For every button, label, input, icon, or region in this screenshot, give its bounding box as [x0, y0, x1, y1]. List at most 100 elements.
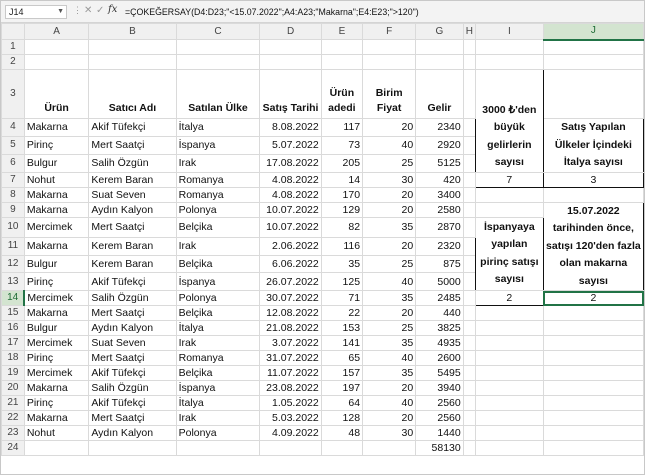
cell-satici[interactable]: Kerem Baran [88, 254, 177, 274]
column-header-i[interactable]: I [474, 23, 544, 40]
cell-gelir[interactable]: 420 [415, 171, 464, 188]
row-header-10[interactable]: 10 [1, 216, 25, 238]
cell-ulke[interactable]: Romanya [175, 171, 261, 188]
cell[interactable] [462, 350, 476, 366]
cell[interactable] [474, 395, 544, 411]
row-header-16[interactable]: 16 [1, 320, 25, 336]
insert-function-icon[interactable]: fx [108, 4, 117, 15]
cell[interactable] [462, 290, 476, 306]
cell-tarih[interactable]: 4.09.2022 [259, 425, 322, 441]
cell-tarih[interactable]: 6.06.2022 [259, 254, 322, 274]
chevron-down-icon[interactable]: ▼ [57, 6, 64, 18]
cell-urun[interactable]: Nohut [23, 425, 90, 441]
cell-gelir[interactable]: 2560 [415, 395, 464, 411]
cell-urun[interactable]: Makarna [23, 410, 90, 426]
row-header-15[interactable]: 15 [1, 305, 25, 321]
row-header-18[interactable]: 18 [1, 350, 25, 366]
cell-gelir[interactable]: 2920 [415, 135, 464, 155]
cell-fiyat[interactable]: 35 [362, 216, 417, 238]
cell-adet[interactable]: 64 [320, 395, 364, 411]
cell-gelir[interactable]: 2320 [415, 236, 464, 256]
header-fiyat[interactable]: Birim Fiyat [362, 69, 417, 119]
cell-adet[interactable]: 71 [320, 290, 364, 306]
cell[interactable] [462, 153, 476, 173]
cell-satici[interactable]: Salih Özgün [88, 290, 177, 306]
cell-tarih[interactable]: 31.07.2022 [259, 350, 322, 366]
row-header-24[interactable]: 24 [1, 440, 25, 456]
cell-gelir[interactable]: 875 [415, 254, 464, 274]
summary-label-revenue[interactable]: 3000 ₺'den büyük gelirlerin sayısı [474, 69, 544, 173]
cell-satici[interactable]: Aydın Kalyon [88, 201, 177, 218]
cell-ulke[interactable]: Belçika [175, 216, 261, 238]
cell[interactable] [474, 350, 544, 366]
cell-satici[interactable]: Akif Tüfekçi [88, 395, 177, 411]
cell-satici[interactable]: Mert Saatçi [88, 135, 177, 155]
summary-value-pasta[interactable]: 2 [542, 290, 644, 306]
cell[interactable] [462, 272, 476, 291]
row-header-17[interactable]: 17 [1, 335, 25, 351]
header-tarih[interactable]: Satış Tarihi [259, 69, 322, 119]
column-header-g[interactable]: G [415, 23, 464, 40]
cell[interactable] [259, 54, 322, 70]
cell-urun[interactable]: Pirinç [23, 135, 90, 155]
cell-satici[interactable]: Mert Saatçi [88, 305, 177, 321]
cell-ulke[interactable]: İspanya [175, 272, 261, 291]
cell[interactable] [542, 39, 644, 55]
cell[interactable] [362, 39, 417, 55]
cell-satici[interactable]: Kerem Baran [88, 171, 177, 188]
cell[interactable] [23, 440, 90, 456]
cell[interactable] [462, 54, 476, 70]
cell-adet[interactable]: 22 [320, 305, 364, 321]
cell[interactable] [175, 39, 261, 55]
cell-satici[interactable]: Akif Tüfekçi [88, 118, 177, 137]
cell[interactable] [462, 186, 476, 203]
summary-label-rice[interactable]: İspanyaya yapılan pirinç satışı sayısı [474, 216, 544, 291]
cell-tarih[interactable]: 30.07.2022 [259, 290, 322, 306]
cell[interactable] [462, 395, 476, 411]
cell-satici[interactable]: Suat Seven [88, 335, 177, 351]
cell[interactable] [462, 216, 476, 238]
cell-urun[interactable]: Nohut [23, 171, 90, 188]
cell-tarih[interactable]: 10.07.2022 [259, 216, 322, 238]
cell[interactable] [474, 201, 544, 218]
cell-tarih[interactable]: 17.08.2022 [259, 153, 322, 173]
select-all-corner[interactable] [1, 23, 25, 40]
cell[interactable] [23, 39, 90, 55]
cell[interactable] [542, 410, 644, 426]
cell[interactable] [474, 380, 544, 396]
cell-urun[interactable]: Mercimek [23, 365, 90, 381]
cell[interactable] [415, 54, 464, 70]
cell-gelir[interactable]: 2340 [415, 118, 464, 137]
cell-ulke[interactable]: İspanya [175, 135, 261, 155]
cell[interactable] [474, 305, 544, 321]
cell[interactable] [542, 335, 644, 351]
cell-fiyat[interactable]: 20 [362, 380, 417, 396]
cell-adet[interactable]: 35 [320, 254, 364, 274]
cell-tarih[interactable]: 11.07.2022 [259, 365, 322, 381]
cell-fiyat[interactable]: 35 [362, 365, 417, 381]
cell[interactable] [462, 380, 476, 396]
cell-adet[interactable]: 116 [320, 236, 364, 256]
cell-adet[interactable]: 153 [320, 320, 364, 336]
cell-tarih[interactable]: 10.07.2022 [259, 201, 322, 218]
cell-fiyat[interactable]: 40 [362, 135, 417, 155]
cell-ulke[interactable]: Polonya [175, 290, 261, 306]
cell-urun[interactable]: Pirinç [23, 272, 90, 291]
row-header-8[interactable]: 8 [1, 186, 25, 203]
cell[interactable] [474, 39, 544, 55]
column-header-a[interactable]: A [23, 23, 90, 40]
cell[interactable] [542, 54, 644, 70]
cell-ulke[interactable]: Irak [175, 153, 261, 173]
cell-gelir[interactable]: 3940 [415, 380, 464, 396]
cell-adet[interactable]: 125 [320, 272, 364, 291]
cell-ulke[interactable]: Belçika [175, 305, 261, 321]
row-header-14[interactable]: 14 [1, 290, 26, 306]
column-header-e[interactable]: E [320, 23, 364, 40]
cell-adet[interactable]: 117 [320, 118, 364, 137]
cell-tarih[interactable]: 8.08.2022 [259, 118, 322, 137]
cell[interactable] [462, 305, 476, 321]
cell-gelir[interactable]: 2560 [415, 410, 464, 426]
cell-tarih[interactable]: 26.07.2022 [259, 272, 322, 291]
cell-tarih[interactable]: 4.08.2022 [259, 171, 322, 188]
cell[interactable] [474, 365, 544, 381]
